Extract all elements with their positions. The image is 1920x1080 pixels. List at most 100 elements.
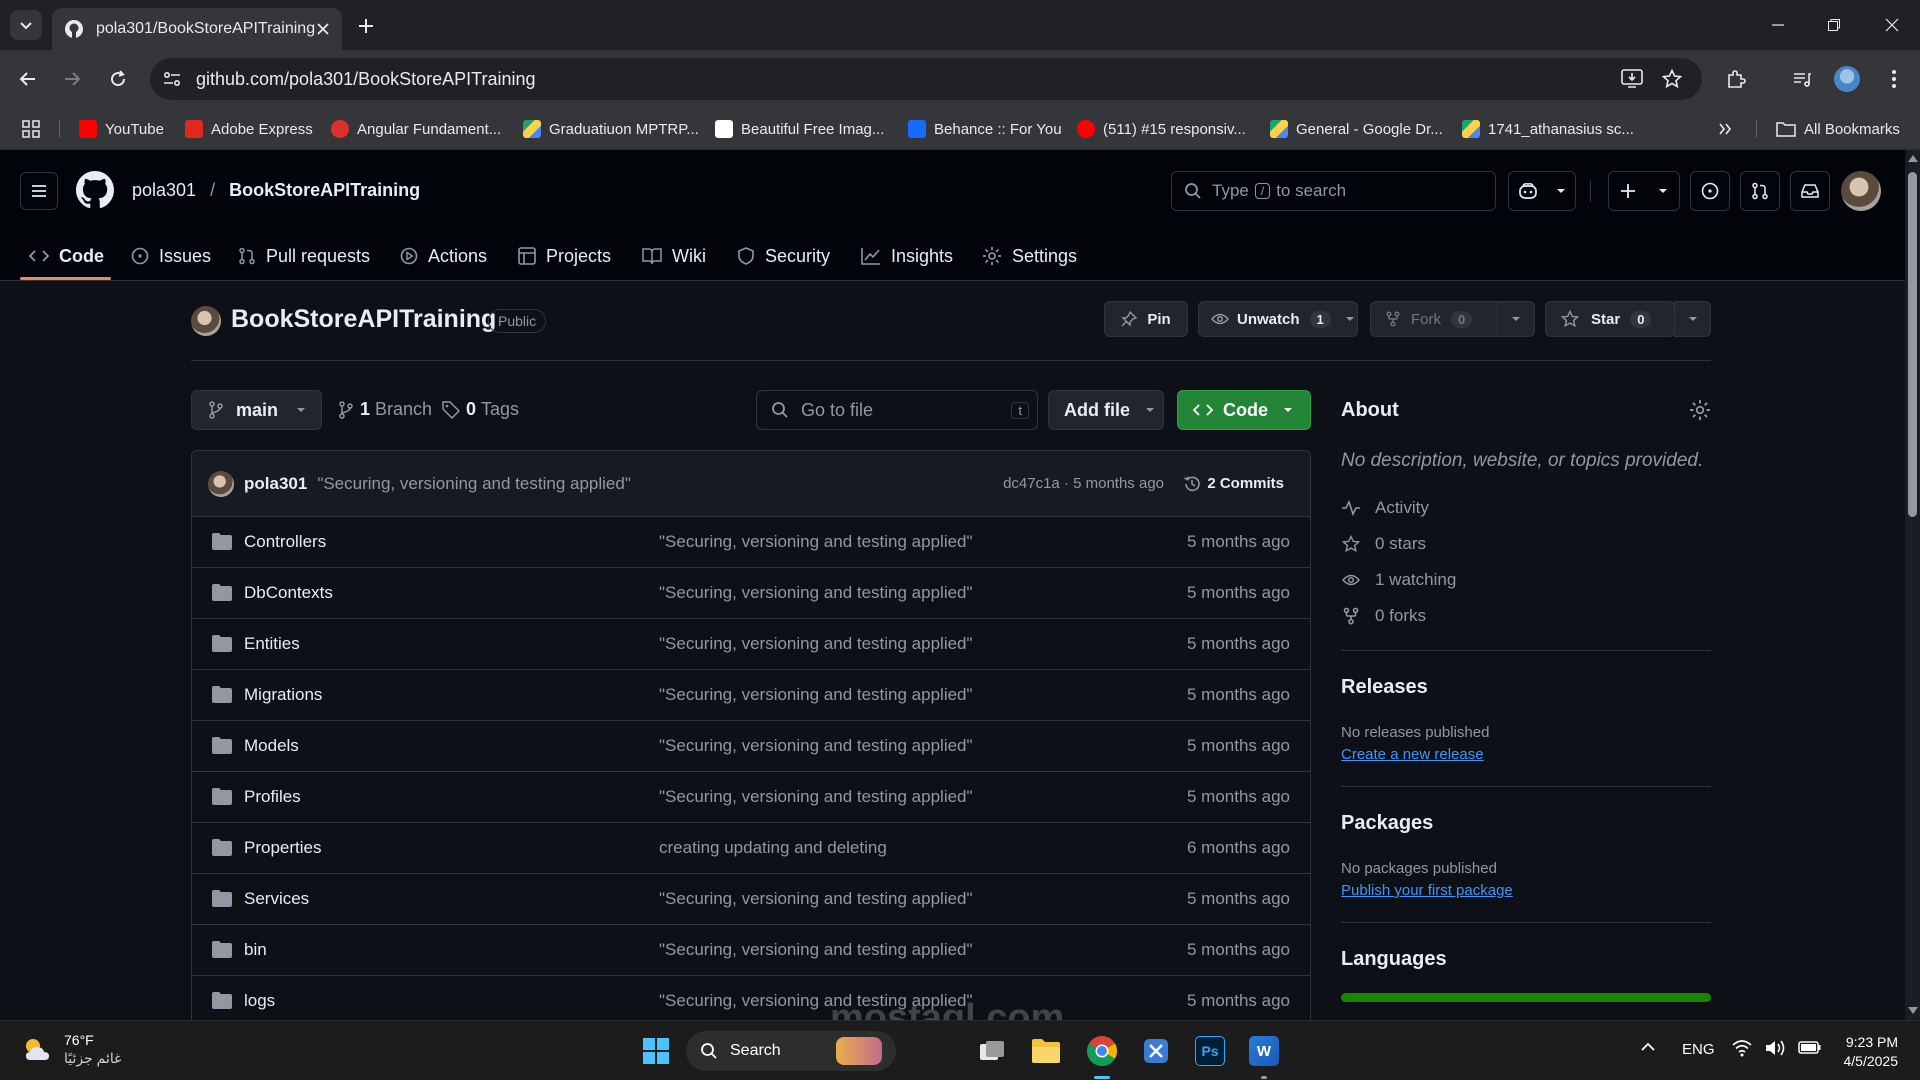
create-new-button[interactable]	[1608, 171, 1680, 211]
inbox-button[interactable]	[1790, 171, 1830, 211]
file-commit-message[interactable]: "Securing, versioning and testing applie…	[659, 532, 973, 552]
go-to-file-input[interactable]: Go to file t	[756, 390, 1038, 430]
address-bar[interactable]: github.com/pola301/BookStoreAPITraining	[150, 58, 1702, 100]
task-view-button[interactable]	[972, 1031, 1012, 1071]
new-tab-button[interactable]	[352, 12, 380, 40]
releases-title[interactable]: Releases	[1341, 676, 1428, 699]
file-name[interactable]: Properties	[244, 838, 321, 858]
github-logo[interactable]	[76, 171, 114, 209]
copilot-button[interactable]	[1508, 171, 1576, 211]
language-indicator[interactable]: ENG	[1682, 1041, 1715, 1058]
media-controls-button[interactable]	[1784, 61, 1820, 97]
chrome-button[interactable]	[1082, 1031, 1122, 1071]
tab-security[interactable]: Security	[737, 232, 830, 280]
file-commit-message[interactable]: creating updating and deleting	[659, 838, 887, 858]
tab-actions[interactable]: Actions	[400, 232, 487, 280]
close-tab-icon[interactable]	[316, 22, 330, 36]
code-button[interactable]: Code	[1177, 390, 1311, 430]
bookmark-adobe-express[interactable]: Adobe Express	[185, 108, 313, 150]
file-commit-message[interactable]: "Securing, versioning and testing applie…	[659, 685, 973, 705]
activity-link[interactable]: Activity	[1341, 496, 1429, 520]
close-window-button[interactable]	[1864, 0, 1920, 50]
photoshop-button[interactable]: Ps	[1190, 1031, 1230, 1071]
add-file-button[interactable]: Add file	[1048, 390, 1164, 430]
file-row[interactable]: Properties creating updating and deleting…	[192, 823, 1310, 874]
star-button[interactable]: Star 0	[1545, 301, 1675, 337]
bookmark-angular[interactable]: Angular Fundament...	[331, 108, 501, 150]
scroll-down-arrow[interactable]	[1908, 1007, 1918, 1014]
tab-wiki[interactable]: Wiki	[642, 232, 706, 280]
file-name[interactable]: bin	[244, 940, 267, 960]
weather-widget[interactable]: 76°F غائم جزئيًا	[20, 1031, 121, 1067]
file-row[interactable]: Models "Securing, versioning and testing …	[192, 721, 1310, 772]
stars-link[interactable]: 0 stars	[1341, 532, 1426, 556]
global-search-input[interactable]: Type / to search	[1171, 171, 1496, 211]
repo-name[interactable]: BookStoreAPITraining	[231, 305, 496, 334]
tab-insights[interactable]: Insights	[861, 232, 953, 280]
file-row[interactable]: Profiles "Securing, versioning and testin…	[192, 772, 1310, 823]
restore-button[interactable]	[1806, 0, 1862, 50]
file-name[interactable]: Models	[244, 736, 299, 756]
hamburger-menu-button[interactable]	[20, 172, 58, 210]
bookmark-athanasius[interactable]: 1741_athanasius sc...	[1462, 108, 1634, 150]
more-bookmarks-button[interactable]	[1718, 108, 1732, 150]
page-scrollbar[interactable]	[1905, 150, 1920, 1020]
tray-overflow-button[interactable]	[1640, 1041, 1656, 1053]
bookmark-youtube-video[interactable]: (511) #15 responsiv...	[1077, 108, 1246, 150]
watching-link[interactable]: 1 watching	[1341, 568, 1456, 592]
commit-hash-age[interactable]: dc47c1a · 5 months ago	[1003, 475, 1164, 492]
file-row[interactable]: DbContexts "Securing, versioning and test…	[192, 568, 1310, 619]
start-button[interactable]	[636, 1031, 676, 1071]
tab-code[interactable]: Code	[29, 232, 104, 280]
apps-button[interactable]	[22, 108, 40, 150]
bookmark-graduation[interactable]: Graduatiuon MPTRP...	[523, 108, 699, 150]
branches-link[interactable]: 1 Branch	[338, 399, 432, 420]
file-name[interactable]: Profiles	[244, 787, 301, 807]
word-button[interactable]: W	[1244, 1031, 1284, 1071]
commit-author[interactable]: pola301	[244, 474, 307, 494]
file-commit-message[interactable]: "Securing, versioning and testing applie…	[659, 634, 973, 654]
tab-pull-requests[interactable]: Pull requests	[238, 232, 370, 280]
repo-owner-avatar[interactable]	[191, 306, 221, 336]
browser-tab-active[interactable]: pola301/BookStoreAPITraining	[52, 8, 342, 50]
create-release-link[interactable]: Create a new release	[1341, 746, 1484, 763]
taskbar-search[interactable]: Search	[686, 1031, 896, 1071]
publish-package-link[interactable]: Publish your first package	[1341, 882, 1513, 899]
file-commit-message[interactable]: "Securing, versioning and testing applie…	[659, 889, 973, 909]
minimize-button[interactable]	[1750, 0, 1806, 50]
issues-button[interactable]	[1690, 171, 1730, 211]
scroll-up-arrow[interactable]	[1908, 155, 1918, 162]
bookmark-behance[interactable]: Behance :: For You	[908, 108, 1062, 150]
scrollbar-thumb[interactable]	[1908, 172, 1917, 517]
bookmark-youtube[interactable]: YouTube	[79, 108, 164, 150]
file-commit-message[interactable]: "Securing, versioning and testing applie…	[659, 787, 973, 807]
file-row[interactable]: Services "Securing, versioning and testin…	[192, 874, 1310, 925]
tab-search-button[interactable]	[10, 10, 42, 40]
file-row[interactable]: Migrations "Securing, versioning and test…	[192, 670, 1310, 721]
packages-title[interactable]: Packages	[1341, 812, 1433, 835]
pin-button[interactable]: Pin	[1104, 301, 1188, 337]
bookmark-star-button[interactable]	[1654, 61, 1690, 97]
all-bookmarks-button[interactable]: All Bookmarks	[1776, 108, 1900, 150]
file-name[interactable]: Entities	[244, 634, 300, 654]
commits-link[interactable]: 2 Commits	[1183, 475, 1284, 493]
breadcrumb-owner[interactable]: pola301	[132, 180, 196, 201]
fork-dropdown-button[interactable]	[1498, 301, 1535, 337]
reload-button[interactable]	[100, 61, 136, 97]
star-dropdown-button[interactable]	[1674, 301, 1711, 337]
commit-message[interactable]: "Securing, versioning and testing applie…	[317, 474, 631, 494]
file-explorer-button[interactable]	[1026, 1031, 1066, 1071]
file-row[interactable]: Controllers "Securing, versioning and tes…	[192, 517, 1310, 568]
file-name[interactable]: DbContexts	[244, 583, 333, 603]
breadcrumb-repo[interactable]: BookStoreAPITraining	[229, 180, 420, 201]
bookmark-free-images[interactable]: Beautiful Free Imag...	[715, 108, 884, 150]
commit-author-avatar[interactable]	[208, 470, 234, 497]
file-name[interactable]: logs	[244, 991, 275, 1011]
clock[interactable]: 9:23 PM 4/5/2025	[1836, 1033, 1899, 1071]
unwatch-button[interactable]: Unwatch 1	[1198, 301, 1358, 337]
fork-button[interactable]: Fork 0	[1370, 301, 1507, 337]
file-row[interactable]: Entities "Securing, versioning and testin…	[192, 619, 1310, 670]
tray-icons[interactable]	[1732, 1039, 1822, 1057]
file-commit-message[interactable]: "Securing, versioning and testing applie…	[659, 736, 973, 756]
browser-menu-button[interactable]	[1876, 61, 1912, 97]
